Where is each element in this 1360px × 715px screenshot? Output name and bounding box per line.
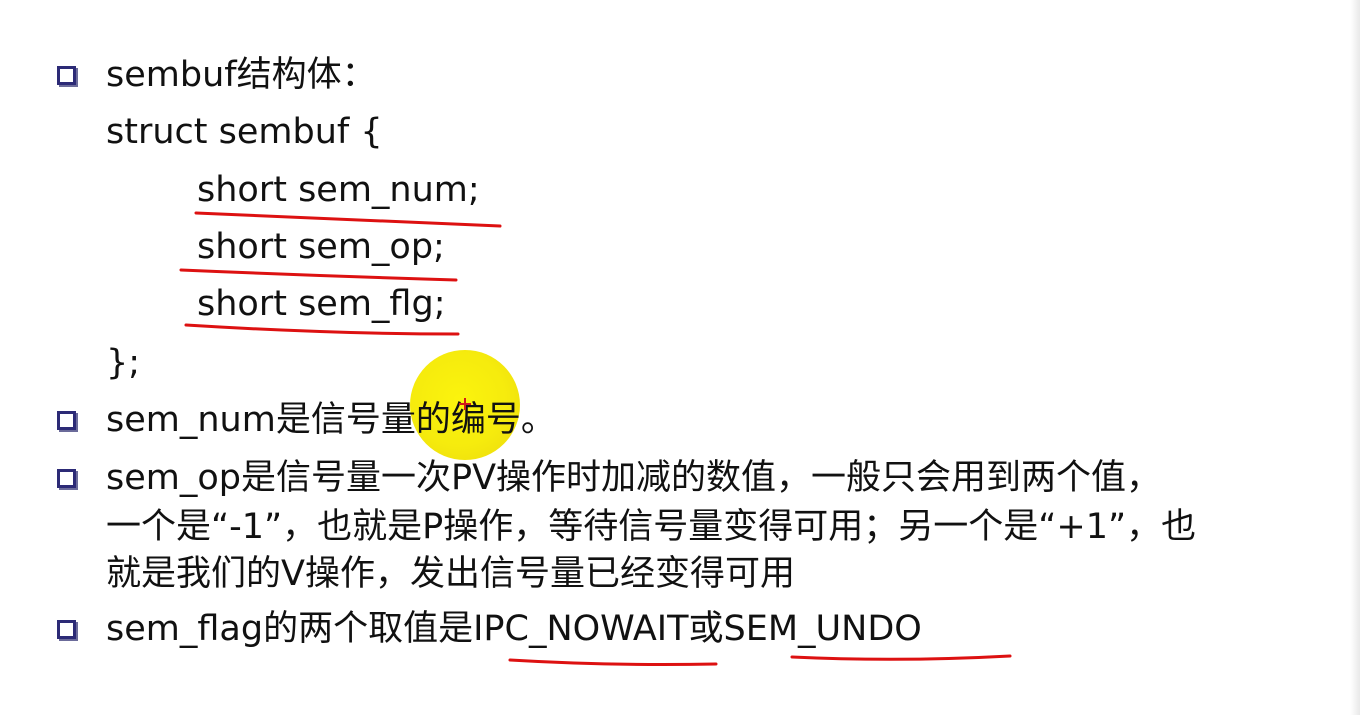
underline-sem-flg [184,323,460,336]
underline-sem-undo [790,654,1012,661]
cursor-crosshair-icon [459,398,471,410]
underline-sem-op [179,268,458,282]
slide: sembuf结构体： struct sembuf { short sem_num… [0,0,1360,715]
underline-ipc-nowait [508,658,718,666]
red-annotation-layer [179,211,1012,666]
underline-sem-num [194,211,502,228]
